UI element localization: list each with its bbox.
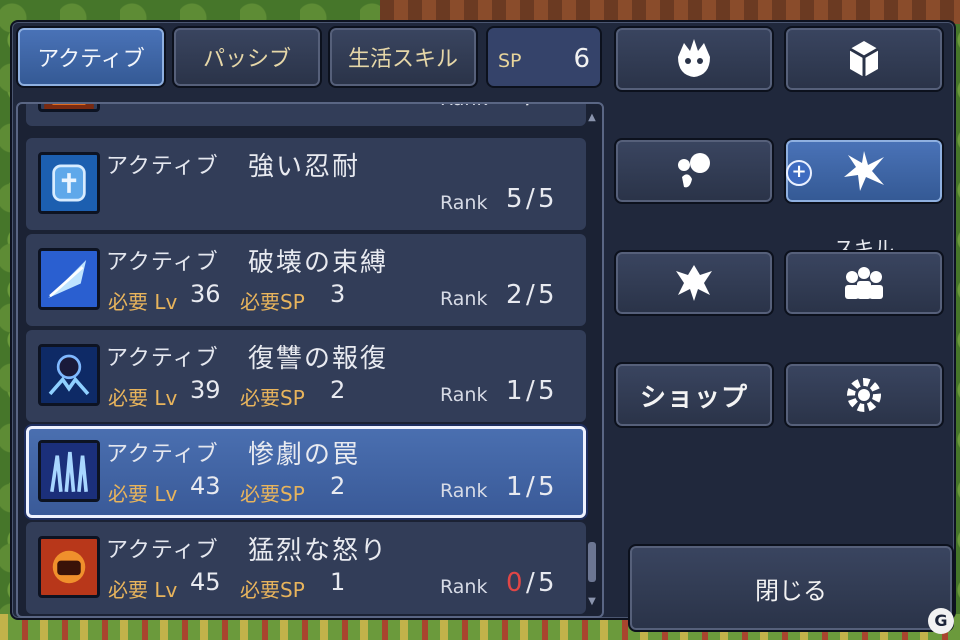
skill-row[interactable]: アクティブ 強い忍耐 Rank 5 / 5	[26, 138, 586, 230]
rank-max: 5	[538, 472, 555, 502]
required-level-label: 必要 Lv	[108, 578, 178, 602]
shop-button[interactable]: ショップ	[614, 362, 774, 428]
rank-separator: /	[526, 280, 535, 310]
skill-list[interactable]: Rank 5 / 5 アクティブ 強い忍耐 Rank 5 / 5 アクティブ 破…	[16, 102, 604, 618]
shield-skill-icon	[38, 152, 100, 214]
bag-icon	[849, 41, 879, 77]
sp-label: SP	[498, 50, 522, 72]
gear-icon	[847, 378, 881, 412]
tab-active[interactable]: アクティブ	[16, 26, 166, 88]
fire-skill-icon	[38, 104, 100, 112]
sp-counter: SP 6	[486, 26, 602, 88]
skill-name: 猛烈な怒り	[248, 536, 389, 566]
skill-name: 強い忍耐	[248, 152, 361, 182]
shop-label: ショップ	[639, 382, 748, 413]
rank-separator: /	[526, 104, 535, 110]
skill-type: アクティブ	[106, 346, 219, 371]
rank-label: Rank	[440, 480, 488, 502]
skill-row[interactable]: アクティブ 破壊の束縛 必要 Lv 36 必要SP 3 Rank 2 / 5	[26, 234, 586, 326]
scrollbar[interactable]: ▲ ▼	[586, 112, 598, 608]
skill-window: アクティブ パッシブ 生活スキル SP 6 Rank 5 / 5 アクティブ 強…	[10, 20, 956, 632]
rank-max: 5	[538, 568, 555, 598]
rank-current: 5	[506, 184, 523, 214]
skill-type: アクティブ	[106, 154, 219, 179]
required-sp-label: 必要SP	[240, 578, 305, 602]
party-icon	[845, 267, 883, 299]
tab-life-skill[interactable]: 生活スキル	[328, 26, 478, 88]
rank-label: Rank	[440, 104, 487, 110]
rank-label: Rank	[440, 192, 488, 214]
watermark-logo: G	[928, 608, 954, 634]
claw-trap-skill-icon	[38, 440, 100, 502]
rank-current: 1	[506, 376, 523, 406]
rank-current: 0	[506, 568, 523, 598]
required-level-label: 必要 Lv	[108, 386, 178, 410]
required-sp-value: 1	[330, 568, 346, 596]
required-level-value: 39	[190, 376, 221, 404]
close-button[interactable]: 閉じる	[628, 544, 954, 632]
rank-current: 5	[506, 104, 523, 110]
rank-separator: /	[526, 184, 535, 214]
skill-row[interactable]: アクティブ 猛烈な怒り 必要 Lv 45 必要SP 1 Rank 0 / 5	[26, 522, 586, 614]
skill-row-selected[interactable]: アクティブ 惨劇の罠 必要 Lv 43 必要SP 2 Rank 1 / 5	[26, 426, 586, 518]
rank-separator: /	[526, 376, 535, 406]
tab-passive[interactable]: パッシブ	[172, 26, 322, 88]
skill-row-partial[interactable]: Rank 5 / 5	[26, 104, 586, 126]
scroll-thumb[interactable]	[588, 542, 596, 582]
skill-type: アクティブ	[106, 442, 219, 467]
inventory-button[interactable]	[784, 26, 944, 92]
required-level-value: 36	[190, 280, 221, 308]
rank-separator: /	[526, 472, 535, 502]
pet-button[interactable]	[614, 138, 774, 204]
required-sp-value: 3	[330, 280, 346, 308]
skill-type: アクティブ	[106, 250, 219, 275]
required-level-value: 45	[190, 568, 221, 596]
scroll-down-arrow-icon[interactable]: ▼	[586, 596, 598, 608]
rank-label: Rank	[440, 288, 488, 310]
required-sp-value: 2	[330, 376, 346, 404]
rank-max: 5	[538, 376, 555, 406]
character-face-icon	[678, 39, 710, 77]
required-level-value: 43	[190, 472, 221, 500]
required-sp-label: 必要SP	[240, 482, 305, 506]
required-sp-label: 必要SP	[240, 386, 305, 410]
scroll-up-arrow-icon[interactable]: ▲	[586, 112, 598, 124]
pet-icon	[678, 153, 710, 188]
character-button[interactable]	[614, 26, 774, 92]
required-sp-label: 必要SP	[240, 290, 305, 314]
skill-type: アクティブ	[106, 538, 219, 563]
skill-row[interactable]: アクティブ 復讐の報復 必要 Lv 39 必要SP 2 Rank 1 / 5	[26, 330, 586, 422]
dark-spirit-skill-icon	[38, 344, 100, 406]
skill-name: 復讐の報復	[248, 344, 389, 374]
skill-name: 破壊の束縛	[248, 248, 389, 278]
skill-notification-badge: +	[786, 160, 812, 186]
rank-max: 5	[538, 184, 555, 214]
guild-button[interactable]	[614, 250, 774, 316]
required-sp-value: 2	[330, 472, 346, 500]
skill-name: 惨劇の罠	[248, 440, 361, 470]
rank-max: 5	[538, 280, 555, 310]
required-level-label: 必要 Lv	[108, 482, 178, 506]
feather-skill-icon	[38, 248, 100, 310]
party-button[interactable]	[784, 250, 944, 316]
skill-burst-icon	[844, 151, 884, 191]
rank-current: 2	[506, 280, 523, 310]
settings-button[interactable]	[784, 362, 944, 428]
guild-emblem-icon	[676, 265, 712, 301]
rank-label: Rank	[440, 384, 488, 406]
rank-current: 1	[506, 472, 523, 502]
required-level-label: 必要 Lv	[108, 290, 178, 314]
rank-max: 5	[538, 104, 555, 110]
rank-separator: /	[526, 568, 535, 598]
rank-label: Rank	[440, 576, 488, 598]
rage-fist-skill-icon	[38, 536, 100, 598]
sp-value: 6	[573, 44, 590, 74]
